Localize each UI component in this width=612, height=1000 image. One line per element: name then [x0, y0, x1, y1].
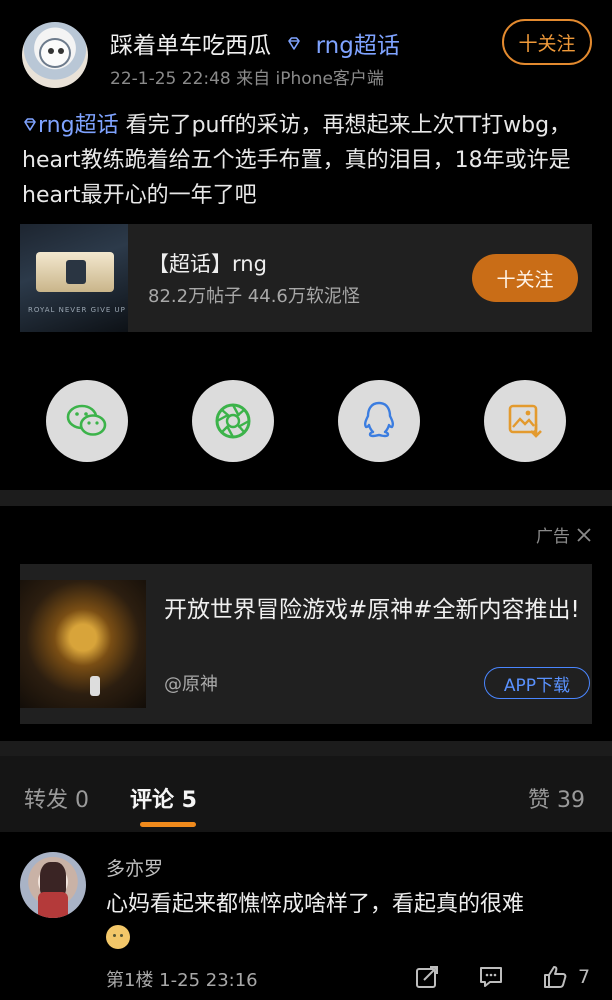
author-topic-tag[interactable]: rng超话 [316, 33, 400, 59]
diamond-icon [24, 118, 36, 131]
share-moments-button[interactable] [192, 380, 274, 462]
comment-item: 多亦罗 心妈看起来都憔悴成啥样了，看起真的很难 第1楼 1-25 23:16 7 [0, 832, 612, 1000]
ad-card[interactable]: 开放世界冒险游戏#原神#全新内容推出! @原神 APP下载 [20, 564, 592, 724]
active-tab-indicator [140, 822, 196, 827]
tab-likes[interactable]: 赞 39 [528, 782, 585, 814]
avatar-eye [48, 48, 54, 54]
avatar-dress [38, 892, 68, 918]
commenter-avatar[interactable] [20, 852, 86, 918]
author-name[interactable]: 踩着单车吃西瓜 [110, 33, 271, 59]
comment-body: 心妈看起来都憔悴成啥样了，看起真的很难 [106, 892, 525, 917]
rng-logo [36, 252, 114, 292]
ad-label-row: 广告 [536, 522, 592, 547]
avatar-hair [40, 862, 66, 896]
author-avatar[interactable] [22, 22, 88, 88]
tab-comments[interactable]: 评论 5 [130, 782, 197, 814]
ad-section: 广告 开放世界冒险游戏#原神#全新内容推出! @原神 APP下载 [0, 506, 612, 741]
app-download-button[interactable]: APP下载 [484, 667, 590, 699]
body-topic-link[interactable]: rng超话 [38, 113, 119, 138]
commenter-name[interactable]: 多亦罗 [106, 854, 163, 881]
topic-image-tagline: ROYAL NEVER GIVE UP [28, 306, 126, 314]
diamond-icon [288, 37, 301, 50]
topic-image: ROYAL NEVER GIVE UP [20, 224, 128, 332]
share-save-image-button[interactable] [484, 380, 566, 462]
author-line: 踩着单车吃西瓜 rng超话 [110, 26, 400, 60]
comment-text: 心妈看起来都憔悴成啥样了，看起真的很难 [106, 888, 596, 956]
topic-card[interactable]: ROYAL NEVER GIVE UP 【超话】rng 82.2万帖子 44.6… [20, 224, 592, 332]
avatar-eye [58, 48, 64, 54]
ad-source: @原神 [164, 674, 218, 695]
like-icon[interactable] [542, 964, 568, 990]
comment-floor-time: 第1楼 1-25 23:16 [106, 970, 258, 991]
share-qq-button[interactable] [338, 380, 420, 462]
post-meta: 22-1-25 22:48 来自 iPhone客户端 [110, 69, 384, 89]
ad-title: 开放世界冒险游戏#原神#全新内容推出! [164, 597, 580, 623]
post-section: 踩着单车吃西瓜 rng超话 22-1-25 22:48 来自 iPhone客户端… [0, 0, 612, 490]
topic-stats: 82.2万帖子 44.6万软泥怪 [148, 286, 360, 307]
post-body: rng超话 看完了puff的采访，再想起来上次TT打wbg，heart教练跪着给… [22, 108, 594, 213]
emoji-icon [106, 925, 130, 949]
tab-repost[interactable]: 转发 0 [24, 782, 89, 814]
topic-follow-button[interactable]: 十关注 [472, 254, 578, 302]
ad-image [20, 580, 146, 708]
follow-button[interactable]: 十关注 [502, 19, 592, 65]
ad-label: 广告 [536, 527, 570, 547]
wechat-icon [66, 404, 107, 436]
avatar-face [39, 38, 71, 68]
comment-like-count: 7 [578, 966, 591, 988]
section-divider [0, 490, 612, 506]
interaction-tabs: 转发 0 评论 5 赞 39 [0, 756, 612, 832]
qq-icon [363, 401, 395, 438]
section-divider [0, 741, 612, 756]
save-image-icon [508, 404, 542, 438]
reply-icon[interactable] [478, 964, 504, 990]
ad-image-figure [90, 676, 100, 696]
topic-title: 【超话】rng [148, 252, 267, 276]
close-icon[interactable] [576, 527, 592, 543]
repost-icon[interactable] [414, 964, 440, 990]
moments-icon [215, 403, 251, 439]
share-wechat-button[interactable] [46, 380, 128, 462]
